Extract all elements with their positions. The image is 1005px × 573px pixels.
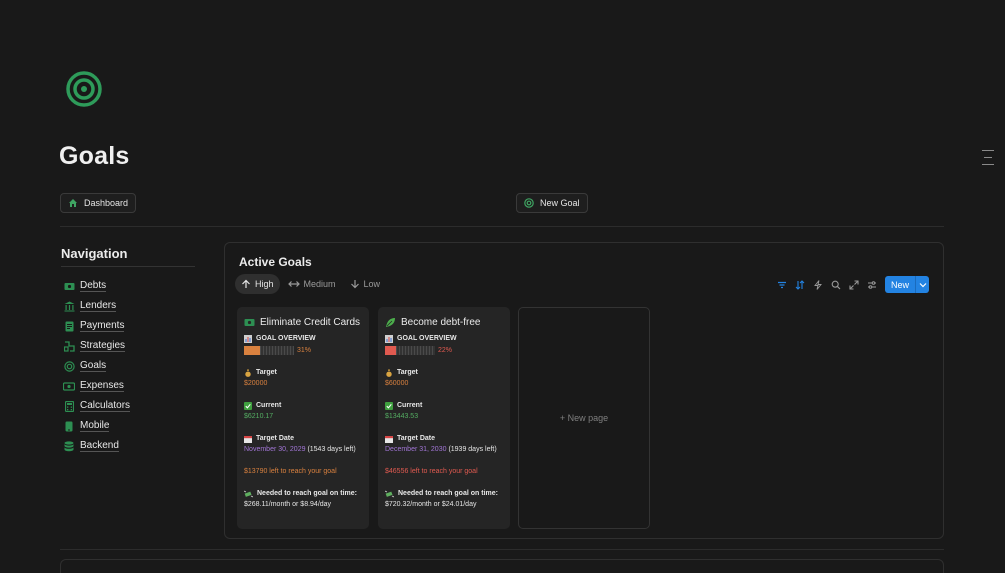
sort-icon[interactable] <box>793 278 807 292</box>
flying-money-icon <box>244 490 253 498</box>
remaining-text: $13790 left to reach your goal <box>244 468 337 475</box>
leaf-icon <box>385 317 396 328</box>
database-icon <box>63 440 75 452</box>
new-button[interactable]: New <box>884 276 929 293</box>
tab-low[interactable]: Low <box>344 274 387 294</box>
target-value: $60000 <box>385 380 409 387</box>
card-title: Eliminate Credit Cards <box>244 316 362 328</box>
banknote-icon <box>63 280 75 292</box>
money-bag-icon <box>244 369 252 377</box>
next-block <box>60 559 944 573</box>
navigation-panel: Navigation Debts Lenders Payments Strate… <box>61 246 195 456</box>
database-toolbar: New <box>771 276 929 293</box>
target-date: December 31, 2030 <box>385 446 447 453</box>
flying-money-icon <box>385 490 394 498</box>
goal-overview-label: GOAL OVERVIEW <box>256 335 316 342</box>
days-left: (1939 days left) <box>448 446 497 453</box>
divider <box>60 549 944 550</box>
progress-percent: 22% <box>438 347 453 354</box>
chart-icon <box>244 334 252 343</box>
new-goal-button[interactable]: New Goal <box>516 193 588 213</box>
calendar-icon <box>244 435 252 443</box>
target-icon <box>63 360 75 372</box>
table-of-contents-icon[interactable] <box>982 150 994 171</box>
goal-overview-label: GOAL OVERVIEW <box>397 335 457 342</box>
nav-item-strategies[interactable]: Strategies <box>61 336 195 356</box>
calculator-icon <box>63 400 75 412</box>
nav-item-calculators[interactable]: Calculators <box>61 396 195 416</box>
nav-item-lenders[interactable]: Lenders <box>61 296 195 316</box>
new-page-card[interactable]: + New page <box>518 307 650 529</box>
navigation-list: Debts Lenders Payments Strategies Goals … <box>61 276 195 456</box>
needed-value: $268.11/month or $8.94/day <box>244 501 332 508</box>
check-icon <box>244 401 252 410</box>
mobile-icon <box>63 420 75 432</box>
needed-value: $720.32/month or $24.01/day <box>385 501 477 508</box>
banknote-icon <box>244 318 255 327</box>
nav-item-goals[interactable]: Goals <box>61 356 195 376</box>
dashboard-button-label: Dashboard <box>84 198 129 208</box>
nav-item-expenses[interactable]: Expenses <box>61 376 195 396</box>
nav-item-debts[interactable]: Debts <box>61 276 195 296</box>
money-icon <box>63 380 75 392</box>
current-value: $13443.53 <box>385 413 419 420</box>
arrow-down-icon <box>350 279 360 289</box>
nav-item-payments[interactable]: Payments <box>61 316 195 336</box>
goal-card[interactable]: Become debt-free GOAL OVERVIEW 22% Targe… <box>378 307 510 529</box>
remaining-text: $46556 left to reach your goal <box>385 468 478 475</box>
progress-bar: 22% <box>385 345 503 356</box>
card-title: Become debt-free <box>385 316 503 328</box>
page-title: Goals <box>59 142 130 170</box>
tab-high[interactable]: High <box>235 274 280 294</box>
nav-item-mobile[interactable]: Mobile <box>61 416 195 436</box>
progress-bar: 31% <box>244 345 362 356</box>
new-goal-button-label: New Goal <box>540 198 580 208</box>
nav-item-backend[interactable]: Backend <box>61 436 195 456</box>
days-left: (1543 days left) <box>307 446 356 453</box>
view-tabs: High Medium Low <box>235 274 388 294</box>
chevron-down-icon[interactable] <box>915 276 929 293</box>
database-title: Active Goals <box>239 255 312 269</box>
dashboard-button[interactable]: Dashboard <box>60 193 137 213</box>
new-button-label: New <box>890 279 909 290</box>
calendar-icon <box>385 435 393 443</box>
tab-medium[interactable]: Medium <box>282 274 342 294</box>
strategy-icon <box>63 340 75 352</box>
receipt-icon <box>63 320 75 332</box>
chart-icon <box>385 334 393 343</box>
target-date: November 30, 2029 <box>244 446 306 453</box>
arrow-up-icon <box>241 279 251 289</box>
filter-icon[interactable] <box>775 278 789 292</box>
divider <box>60 226 944 227</box>
current-value: $6210.17 <box>244 413 274 420</box>
check-icon <box>385 401 393 410</box>
search-icon[interactable] <box>829 278 843 292</box>
new-page-label: + New page <box>559 413 609 423</box>
progress-percent: 31% <box>297 347 312 354</box>
navigation-title: Navigation <box>61 246 195 267</box>
active-goals-database: Active Goals High Medium Low New Elimina… <box>224 242 944 539</box>
expand-icon[interactable] <box>847 278 861 292</box>
target-icon[interactable] <box>66 71 102 107</box>
home-icon <box>68 198 78 208</box>
money-bag-icon <box>385 369 393 377</box>
arrows-horizontal-icon <box>287 279 300 289</box>
target-icon <box>524 198 534 208</box>
target-value: $20000 <box>244 380 268 387</box>
settings-sliders-icon[interactable] <box>865 278 879 292</box>
bank-icon <box>63 300 75 312</box>
lightning-icon[interactable] <box>811 278 825 292</box>
goal-card[interactable]: Eliminate Credit Cards GOAL OVERVIEW 31%… <box>237 307 369 529</box>
